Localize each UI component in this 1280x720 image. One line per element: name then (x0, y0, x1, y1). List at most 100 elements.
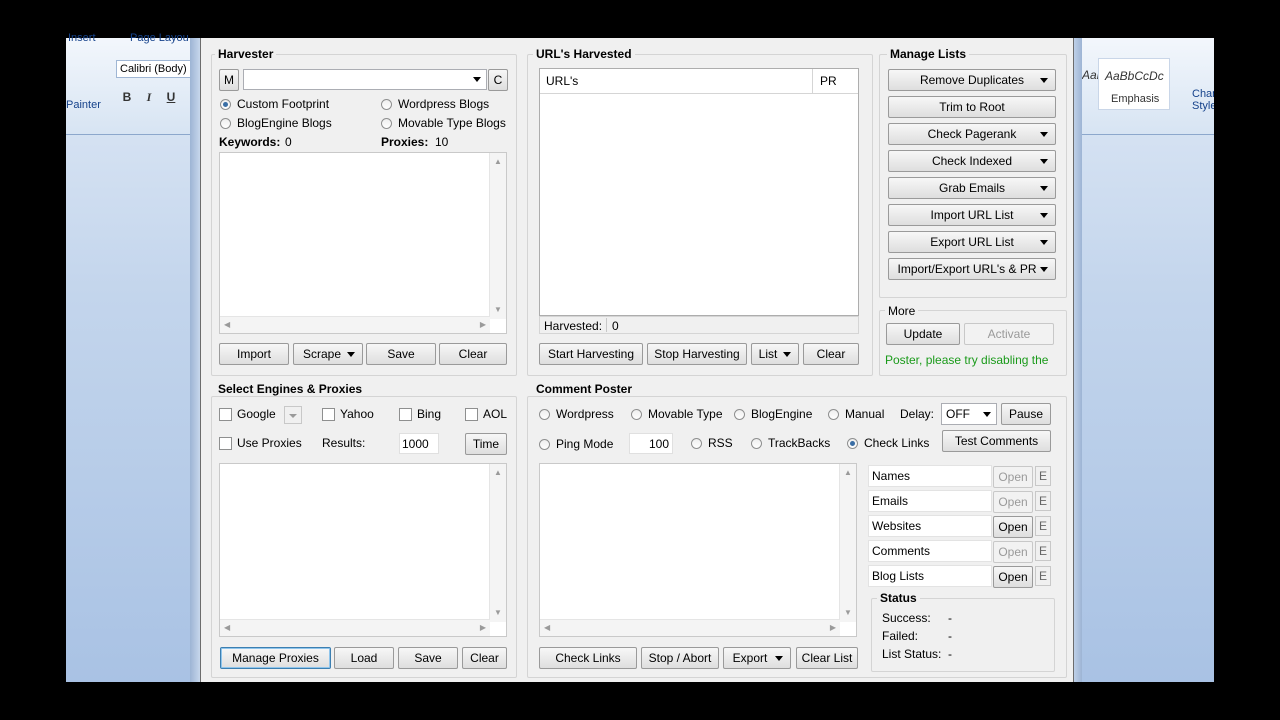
arrow-right-icon[interactable]: ▶ (480, 623, 486, 633)
vertical-scrollbar[interactable]: ▲ ▼ (489, 153, 506, 319)
list-button[interactable]: List (751, 343, 799, 365)
proxies-textarea[interactable]: ▲ ▼ ◀ ▶ (219, 463, 507, 637)
radio-manual[interactable] (828, 409, 839, 420)
urls-clear-button[interactable]: Clear (803, 343, 859, 365)
emails-open-button[interactable]: Open (993, 491, 1033, 513)
export-url-list-button[interactable]: Export URL List (888, 231, 1056, 253)
blog-lists-open-button[interactable]: Open (993, 566, 1033, 588)
comment-textarea[interactable]: ▲ ▼ ◀ ▶ (539, 463, 857, 637)
clear-list-button[interactable]: Clear List (796, 647, 858, 669)
vertical-scrollbar[interactable]: ▲ ▼ (489, 464, 506, 622)
remove-duplicates-button[interactable]: Remove Duplicates (888, 69, 1056, 91)
update-button[interactable]: Update (886, 323, 960, 345)
arrow-down-icon[interactable]: ▼ (490, 608, 506, 618)
aol-checkbox[interactable] (465, 408, 478, 421)
check-pagerank-button[interactable]: Check Pagerank (888, 123, 1056, 145)
m-button[interactable]: M (219, 69, 239, 91)
style-emphasis-box[interactable]: AaBbCcDc Emphasis (1098, 58, 1170, 110)
keywords-textarea[interactable]: ▲ ▼ ◀ ▶ (219, 152, 507, 334)
arrow-down-icon[interactable]: ▼ (490, 305, 506, 315)
arrow-up-icon[interactable]: ▲ (490, 468, 506, 478)
radio-blogengine[interactable] (734, 409, 745, 420)
names-field[interactable]: Names (868, 465, 992, 487)
arrow-up-icon[interactable]: ▲ (490, 157, 506, 167)
use-proxies-checkbox[interactable] (219, 437, 232, 450)
websites-open-button[interactable]: Open (993, 516, 1033, 538)
radio-wordpress[interactable] (539, 409, 550, 420)
radio-movable-type-blogs[interactable] (381, 118, 392, 129)
radio-ping-mode[interactable] (539, 439, 550, 450)
format-painter-label[interactable]: Painter (66, 99, 101, 111)
arrow-right-icon[interactable]: ▶ (480, 320, 486, 330)
radio-blogengine-blogs[interactable] (220, 118, 231, 129)
arrow-left-icon[interactable]: ◀ (224, 320, 230, 330)
underline-button[interactable]: U (162, 90, 180, 106)
activate-button[interactable]: Activate (964, 323, 1054, 345)
websites-field[interactable]: Websites (868, 515, 992, 537)
harvester-save-button[interactable]: Save (366, 343, 436, 365)
load-button[interactable]: Load (334, 647, 394, 669)
radio-custom-footprint[interactable] (220, 99, 231, 110)
horizontal-scrollbar[interactable]: ◀ ▶ (220, 619, 490, 636)
radio-rss[interactable] (691, 438, 702, 449)
test-comments-button[interactable]: Test Comments (942, 430, 1051, 452)
yahoo-checkbox[interactable] (322, 408, 335, 421)
start-harvesting-button[interactable]: Start Harvesting (539, 343, 643, 365)
arrow-left-icon[interactable]: ◀ (224, 623, 230, 633)
arrow-down-icon[interactable]: ▼ (840, 608, 856, 618)
names-open-button[interactable]: Open (993, 466, 1033, 488)
trim-to-root-button[interactable]: Trim to Root (888, 96, 1056, 118)
urls-list[interactable]: URL's PR (539, 68, 859, 316)
vertical-scrollbar[interactable]: ▲ ▼ (839, 464, 856, 622)
bing-checkbox[interactable] (399, 408, 412, 421)
pause-button[interactable]: Pause (1001, 403, 1051, 425)
results-input[interactable]: 1000 (399, 433, 439, 454)
delay-select[interactable]: OFF (941, 403, 997, 425)
import-export-urls-pr-button[interactable]: Import/Export URL's & PR (888, 258, 1056, 280)
comments-open-button[interactable]: Open (993, 541, 1033, 563)
font-name-box[interactable]: Calibri (Body) (116, 60, 198, 78)
comments-e-button[interactable]: E (1035, 541, 1051, 561)
radio-trackbacks[interactable] (751, 438, 762, 449)
comments-field[interactable]: Comments (868, 540, 992, 562)
bold-button[interactable]: B (118, 90, 136, 106)
blog-lists-e-button[interactable]: E (1035, 566, 1051, 586)
import-button[interactable]: Import (219, 343, 289, 365)
footprint-select[interactable] (243, 69, 487, 90)
websites-e-button[interactable]: E (1035, 516, 1051, 536)
arrow-up-icon[interactable]: ▲ (840, 468, 856, 478)
export-button[interactable]: Export (723, 647, 791, 669)
google-dropdown[interactable] (284, 406, 302, 424)
check-indexed-button[interactable]: Check Indexed (888, 150, 1056, 172)
emails-e-button[interactable]: E (1035, 491, 1051, 511)
stop-abort-button[interactable]: Stop / Abort (641, 647, 719, 669)
column-urls[interactable]: URL's (546, 74, 578, 88)
engines-clear-button[interactable]: Clear (462, 647, 507, 669)
google-checkbox[interactable] (219, 408, 232, 421)
time-button[interactable]: Time (465, 433, 507, 455)
arrow-left-icon[interactable]: ◀ (544, 623, 550, 633)
column-pr[interactable]: PR (820, 74, 837, 88)
horizontal-scrollbar[interactable]: ◀ ▶ (540, 619, 840, 636)
radio-wordpress-blogs[interactable] (381, 99, 392, 110)
check-links-button[interactable]: Check Links (539, 647, 637, 669)
import-url-list-button[interactable]: Import URL List (888, 204, 1056, 226)
grab-emails-button[interactable]: Grab Emails (888, 177, 1056, 199)
ping-input[interactable]: 100 (629, 433, 673, 454)
harvester-clear-button[interactable]: Clear (439, 343, 507, 365)
arrow-right-icon[interactable]: ▶ (830, 623, 836, 633)
emails-field[interactable]: Emails (868, 490, 992, 512)
scrape-button[interactable]: Scrape (293, 343, 363, 365)
radio-check-links[interactable] (847, 438, 858, 449)
horizontal-scrollbar[interactable]: ◀ ▶ (220, 316, 490, 333)
blog-lists-field[interactable]: Blog Lists (868, 565, 992, 587)
change-styles-label[interactable]: Change Styles (1192, 88, 1214, 112)
c-button[interactable]: C (488, 69, 508, 91)
names-e-button[interactable]: E (1035, 466, 1051, 486)
ribbon-tab-insert[interactable]: Insert (68, 32, 96, 44)
engines-save-button[interactable]: Save (398, 647, 458, 669)
italic-button[interactable]: I (140, 90, 158, 106)
ribbon-tab-page-layout[interactable]: Page Layou (130, 32, 189, 44)
stop-harvesting-button[interactable]: Stop Harvesting (647, 343, 747, 365)
radio-movable-type[interactable] (631, 409, 642, 420)
